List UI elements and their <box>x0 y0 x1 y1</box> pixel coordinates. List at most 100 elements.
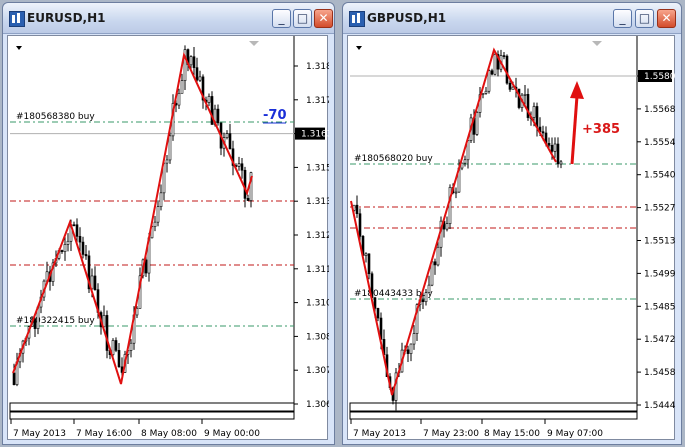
order-label: #180322415 buy <box>16 316 95 326</box>
candle-body <box>207 96 211 103</box>
minimize-button[interactable]: _ <box>272 9 291 28</box>
candle-body <box>484 90 488 94</box>
candle-body <box>189 56 193 66</box>
candle-body <box>532 106 536 118</box>
price-tick-label: 1.30770 <box>306 366 329 376</box>
candle-body <box>216 108 220 124</box>
candle-body <box>195 67 199 81</box>
eurusd-window[interactable]: EURUSD,H1 _ □ ✕ 1.318851.317601.315151.3… <box>2 2 335 445</box>
price-tick-label: 1.31760 <box>306 96 329 106</box>
profit-annotation: +385 <box>582 122 620 137</box>
time-tick-label: 9 May 07:00 <box>547 429 603 439</box>
candle-body <box>508 82 512 90</box>
candle-body <box>502 55 506 57</box>
price-tick-label: 1.31390 <box>306 197 329 207</box>
price-tick-label: 1.55680 <box>644 105 676 115</box>
candle-body <box>243 169 247 199</box>
price-tick-label: 1.31885 <box>306 62 329 72</box>
candle-body <box>159 192 163 207</box>
indicator-panel-1 <box>9 402 295 412</box>
candle-body <box>547 143 551 146</box>
gbpusd-chart[interactable]: 1.55680 1.55545 1.55405 1.55270 1.55130 1.549… <box>347 35 676 441</box>
gbpusd-chart-svg[interactable]: 1.55680 1.55545 1.55405 1.55270 1.55130 1.549… <box>348 36 676 441</box>
candle-body <box>156 206 160 223</box>
candle-body <box>153 221 157 227</box>
eurusd-window-title: EURUSD,H1 <box>27 11 106 25</box>
chart-shift-marker-icon <box>592 41 602 46</box>
chart-menu-icon <box>16 46 22 50</box>
candle-body <box>364 253 368 256</box>
candle-body <box>198 76 202 81</box>
candle-body <box>111 340 115 355</box>
time-tick-label: 8 May 08:00 <box>141 429 197 439</box>
candle-body <box>475 112 479 135</box>
candle-body <box>412 333 416 345</box>
candle-body <box>355 204 359 215</box>
profit-arrow-shaft <box>570 95 579 165</box>
maximize-button[interactable]: □ <box>635 9 654 28</box>
candle-body <box>81 241 85 255</box>
candle-body <box>105 315 109 351</box>
time-tick-label: 7 May 2013 <box>353 429 406 439</box>
minimize-button[interactable]: _ <box>613 9 632 28</box>
candle-body <box>421 299 425 303</box>
gbpusd-window[interactable]: GBPUSD,H1 _ □ ✕ 1.556801.555451.554051.5… <box>342 2 682 445</box>
gbpusd-window-title: GBPUSD,H1 <box>367 11 447 25</box>
candle-body <box>180 80 184 94</box>
price-tick-label: 1.54720 <box>644 335 676 345</box>
candle-body <box>78 236 82 243</box>
close-button[interactable]: ✕ <box>314 9 333 28</box>
indicator-panel-2 <box>349 411 638 420</box>
price-tick-label: 1.54440 <box>644 401 676 411</box>
profit-arrow-icon <box>570 81 584 99</box>
candle-body <box>505 55 509 84</box>
price-tick-label: 1.31515 <box>306 163 329 173</box>
candle-body <box>541 131 545 134</box>
candle-body <box>114 340 118 351</box>
candle-body <box>60 250 64 252</box>
candle-body <box>424 292 428 303</box>
candle-body <box>463 159 467 164</box>
candle-body <box>72 224 76 227</box>
chart-menu-icon <box>356 46 362 50</box>
price-tick-label: 1.31020 <box>306 299 329 309</box>
candle-body <box>93 275 97 290</box>
candle-body <box>33 319 37 329</box>
candle-body <box>523 94 527 96</box>
eurusd-titlebar[interactable]: EURUSD,H1 _ □ ✕ <box>3 3 334 34</box>
candle-body <box>553 143 557 152</box>
price-tick-label: 1.54580 <box>644 368 676 378</box>
price-tick-label: 1.30650 <box>306 400 329 410</box>
candle-body <box>481 93 485 95</box>
candle-body <box>225 133 229 138</box>
chart-window-icon <box>349 11 365 27</box>
price-tick-label: 1.55545 <box>644 138 676 148</box>
candle-body <box>550 144 554 152</box>
candle-body <box>409 343 413 354</box>
candle-body <box>487 70 491 92</box>
current-price-label: 1.31636 <box>301 130 329 140</box>
candle-body <box>436 246 440 266</box>
close-button[interactable]: ✕ <box>657 9 676 28</box>
time-tick-label: 7 May 2013 <box>13 429 66 439</box>
candle-body <box>535 106 539 128</box>
eurusd-chart[interactable]: 1.31885 1.31760 1.31515 1.31390 1.31265 1.311… <box>7 35 329 441</box>
candle-body <box>493 54 497 75</box>
time-tick-label: 8 May 15:00 <box>484 429 540 439</box>
candle-body <box>358 213 362 237</box>
gbpusd-titlebar[interactable]: GBPUSD,H1 _ □ ✕ <box>343 3 681 34</box>
chart-shift-marker-icon <box>249 41 259 46</box>
candle-body <box>406 349 410 354</box>
maximize-button[interactable]: □ <box>293 9 312 28</box>
price-tick-label: 1.55270 <box>644 204 676 214</box>
candle-body <box>165 159 169 164</box>
price-tick-label: 1.31140 <box>306 265 329 275</box>
eurusd-chart-svg[interactable]: 1.31885 1.31760 1.31515 1.31390 1.31265 1.311… <box>8 36 329 441</box>
chart-window-icon <box>9 11 25 27</box>
price-tick-label: 1.54995 <box>644 269 676 279</box>
price-tick-label: 1.31265 <box>306 231 329 241</box>
candle-body <box>192 56 196 68</box>
candle-body <box>129 342 133 351</box>
candle-body <box>84 254 88 257</box>
candle-body <box>177 93 181 106</box>
